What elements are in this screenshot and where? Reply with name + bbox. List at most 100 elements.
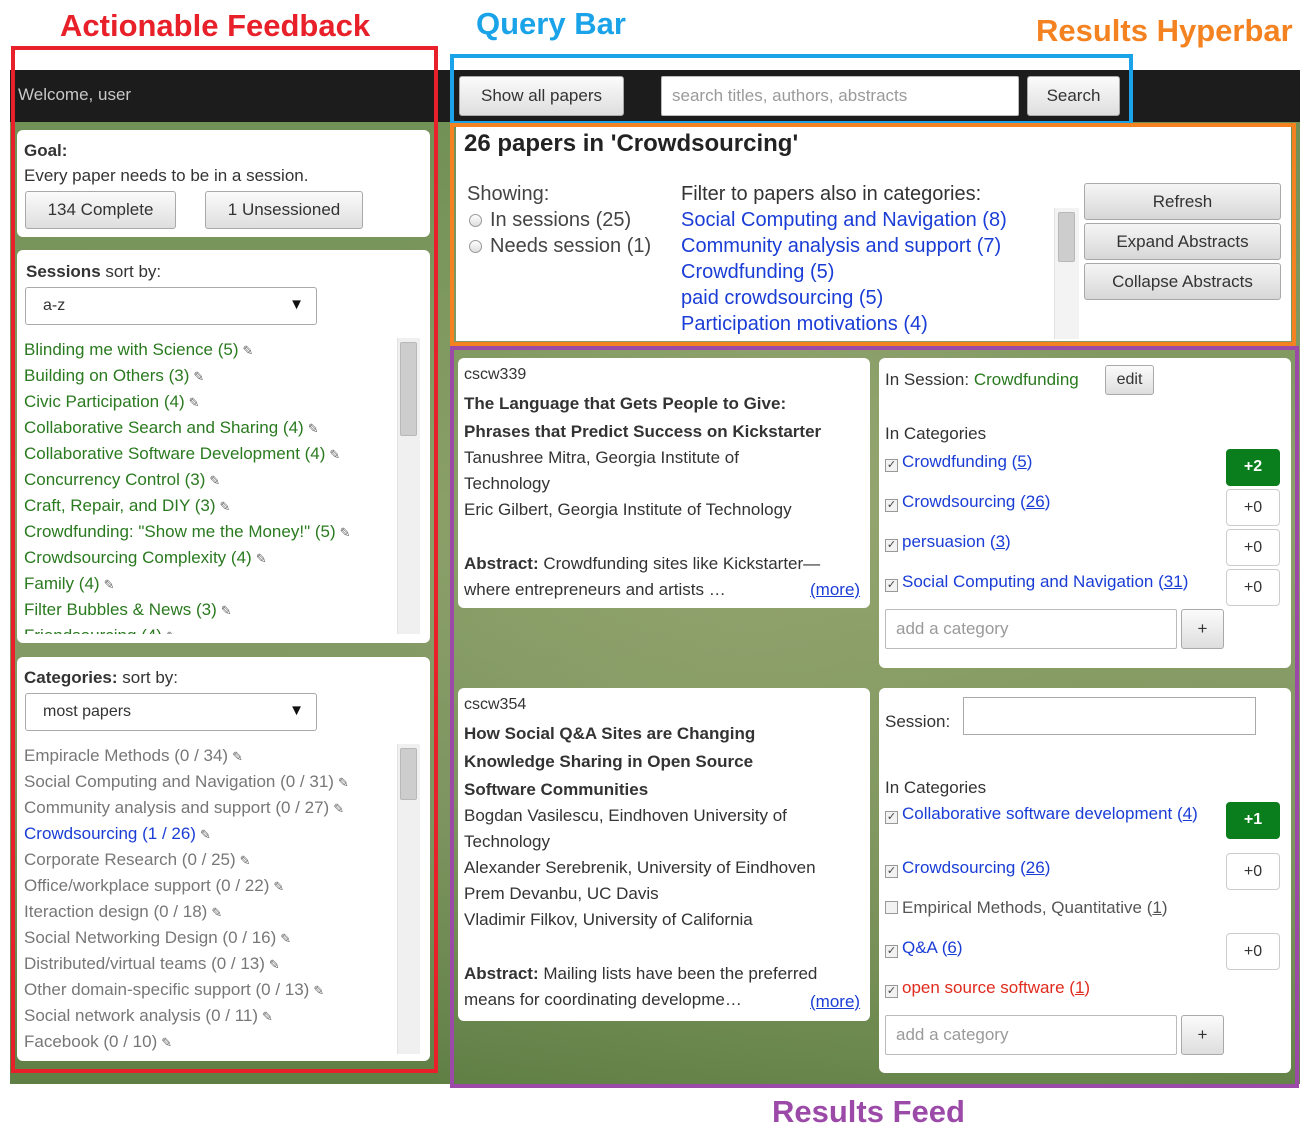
- collapse-abstracts-button[interactable]: Collapse Abstracts: [1084, 263, 1281, 300]
- category-name-link[interactable]: Q&A: [902, 938, 937, 957]
- paper-title-line[interactable]: The Language that Gets People to Give:: [464, 394, 786, 414]
- sessions-sort-select[interactable]: a-z ▼: [25, 287, 317, 325]
- pencil-icon[interactable]: ✎: [211, 905, 222, 920]
- session-list-item[interactable]: Crowdsourcing Complexity (4) ✎: [24, 548, 267, 568]
- session-list-item[interactable]: Collaborative Search and Sharing (4) ✎: [24, 418, 319, 438]
- filter-category-link[interactable]: Crowdfunding (5): [681, 261, 834, 284]
- show-all-papers-button[interactable]: Show all papers: [459, 76, 624, 116]
- pencil-icon[interactable]: ✎: [220, 499, 231, 514]
- checkbox[interactable]: ✓: [885, 459, 898, 472]
- pencil-icon[interactable]: ✎: [262, 1009, 273, 1024]
- radio-button-icon[interactable]: [469, 240, 482, 253]
- session-list-item[interactable]: Blinding me with Science (5) ✎: [24, 340, 253, 360]
- category-name-link[interactable]: persuasion: [902, 532, 985, 551]
- edit-session-button[interactable]: edit: [1105, 365, 1154, 395]
- pencil-icon[interactable]: ✎: [338, 775, 349, 790]
- checkbox[interactable]: ✓: [885, 499, 898, 512]
- unsessioned-button[interactable]: 1 Unsessioned: [205, 191, 363, 229]
- session-input[interactable]: [963, 697, 1256, 735]
- sessions-scrollbar[interactable]: [397, 338, 420, 634]
- session-list-item[interactable]: Filter Bubbles & News (3) ✎: [24, 600, 232, 620]
- category-count-link[interactable]: 26: [1026, 492, 1045, 511]
- pencil-icon[interactable]: ✎: [273, 879, 284, 894]
- more-link[interactable]: (more): [810, 992, 860, 1012]
- pencil-icon[interactable]: ✎: [166, 629, 177, 634]
- pencil-icon[interactable]: ✎: [329, 447, 340, 462]
- filter-scrollbar-thumb[interactable]: [1058, 212, 1075, 262]
- session-link[interactable]: Crowdfunding: [974, 370, 1079, 389]
- category-list-item[interactable]: Social Networking Design (0 / 16) ✎: [24, 928, 291, 948]
- session-list-item[interactable]: Concurrency Control (3) ✎: [24, 470, 220, 490]
- checkbox[interactable]: ✓: [885, 539, 898, 552]
- category-count-link[interactable]: 3: [996, 532, 1005, 551]
- score-button[interactable]: +0: [1226, 933, 1280, 970]
- search-button[interactable]: Search: [1027, 76, 1120, 116]
- category-list-item[interactable]: Social Computing and Navigation (0 / 31)…: [24, 772, 349, 792]
- session-list-item[interactable]: Collaborative Software Development (4) ✎: [24, 444, 340, 464]
- checkbox[interactable]: ✓: [885, 579, 898, 592]
- category-count-link[interactable]: 31: [1164, 572, 1183, 591]
- category-name-link[interactable]: Crowdfunding: [902, 452, 1007, 471]
- filter-scrollbar[interactable]: [1054, 208, 1079, 339]
- category-count-link[interactable]: 1: [1075, 978, 1084, 997]
- pencil-icon[interactable]: ✎: [200, 827, 211, 842]
- category-count-link[interactable]: 1: [1152, 898, 1161, 917]
- category-list-item[interactable]: Other domain-specific support (0 / 13) ✎: [24, 980, 324, 1000]
- pencil-icon[interactable]: ✎: [240, 853, 251, 868]
- add-category-input[interactable]: add a category: [885, 609, 1177, 649]
- category-name-link[interactable]: Crowdsourcing: [902, 492, 1015, 511]
- complete-button[interactable]: 134 Complete: [25, 191, 176, 229]
- session-list-item[interactable]: Building on Others (3) ✎: [24, 366, 204, 386]
- pencil-icon[interactable]: ✎: [232, 749, 243, 764]
- pencil-icon[interactable]: ✎: [269, 957, 280, 972]
- session-list-item[interactable]: Family (4) ✎: [24, 574, 114, 594]
- category-name-link[interactable]: Crowdsourcing: [902, 858, 1015, 877]
- filter-category-link[interactable]: paid crowdsourcing (5): [681, 287, 883, 310]
- session-list-item[interactable]: Civic Participation (4) ✎: [24, 392, 200, 412]
- score-button[interactable]: +0: [1226, 569, 1280, 606]
- category-list-item[interactable]: Office/workplace support (0 / 22) ✎: [24, 876, 284, 896]
- categories-scrollbar[interactable]: [397, 744, 420, 1054]
- upvote-score-button[interactable]: +2: [1226, 449, 1280, 486]
- category-list-item[interactable]: Empiracle Methods (0 / 34) ✎: [24, 746, 243, 766]
- upvote-score-button[interactable]: +1: [1226, 802, 1280, 839]
- search-input[interactable]: search titles, authors, abstracts: [661, 76, 1019, 116]
- add-category-button[interactable]: +: [1181, 609, 1224, 649]
- expand-abstracts-button[interactable]: Expand Abstracts: [1084, 223, 1281, 260]
- session-list-item[interactable]: Friendsourcing (4) ✎: [24, 626, 177, 634]
- pencil-icon[interactable]: ✎: [256, 551, 267, 566]
- pencil-icon[interactable]: ✎: [333, 801, 344, 816]
- category-count-link[interactable]: 5: [1017, 452, 1026, 471]
- score-button[interactable]: +0: [1226, 489, 1280, 526]
- more-link[interactable]: (more): [810, 580, 860, 600]
- category-count-link[interactable]: 6: [947, 938, 956, 957]
- add-category-button[interactable]: +: [1181, 1015, 1224, 1055]
- pencil-icon[interactable]: ✎: [221, 603, 232, 618]
- category-list-item[interactable]: Corporate Research (0 / 25) ✎: [24, 850, 251, 870]
- category-name-link[interactable]: Collaborative software development: [902, 804, 1172, 823]
- categories-scrollbar-thumb[interactable]: [400, 748, 417, 800]
- category-name-link[interactable]: Social Computing and Navigation: [902, 572, 1153, 591]
- category-name-link[interactable]: Empirical Methods, Quantitative: [902, 898, 1142, 917]
- pencil-icon[interactable]: ✎: [193, 369, 204, 384]
- paper-title-line[interactable]: Software Communities: [464, 780, 648, 800]
- category-list-item[interactable]: Iteraction design (0 / 18) ✎: [24, 902, 222, 922]
- checkbox[interactable]: ✓: [885, 985, 898, 998]
- score-button[interactable]: +0: [1226, 853, 1280, 890]
- checkbox[interactable]: ✓: [885, 865, 898, 878]
- category-list-item[interactable]: Crowdsourcing (1 / 26) ✎: [24, 824, 211, 844]
- pencil-icon[interactable]: ✎: [242, 343, 253, 358]
- category-count-link[interactable]: 4: [1183, 804, 1192, 823]
- filter-category-link[interactable]: Participation motivations (4): [681, 313, 928, 336]
- pencil-icon[interactable]: ✎: [340, 525, 351, 540]
- categories-sort-select[interactable]: most papers ▼: [25, 693, 317, 731]
- paper-title-line[interactable]: Knowledge Sharing in Open Source: [464, 752, 753, 772]
- checkbox[interactable]: [885, 901, 898, 914]
- pencil-icon[interactable]: ✎: [209, 473, 220, 488]
- checkbox[interactable]: ✓: [885, 811, 898, 824]
- radio-button-icon[interactable]: [469, 214, 482, 227]
- session-list-item[interactable]: Crowdfunding: "Show me the Money!" (5) ✎: [24, 522, 351, 542]
- pencil-icon[interactable]: ✎: [161, 1035, 172, 1050]
- pencil-icon[interactable]: ✎: [313, 983, 324, 998]
- pencil-icon[interactable]: ✎: [280, 931, 291, 946]
